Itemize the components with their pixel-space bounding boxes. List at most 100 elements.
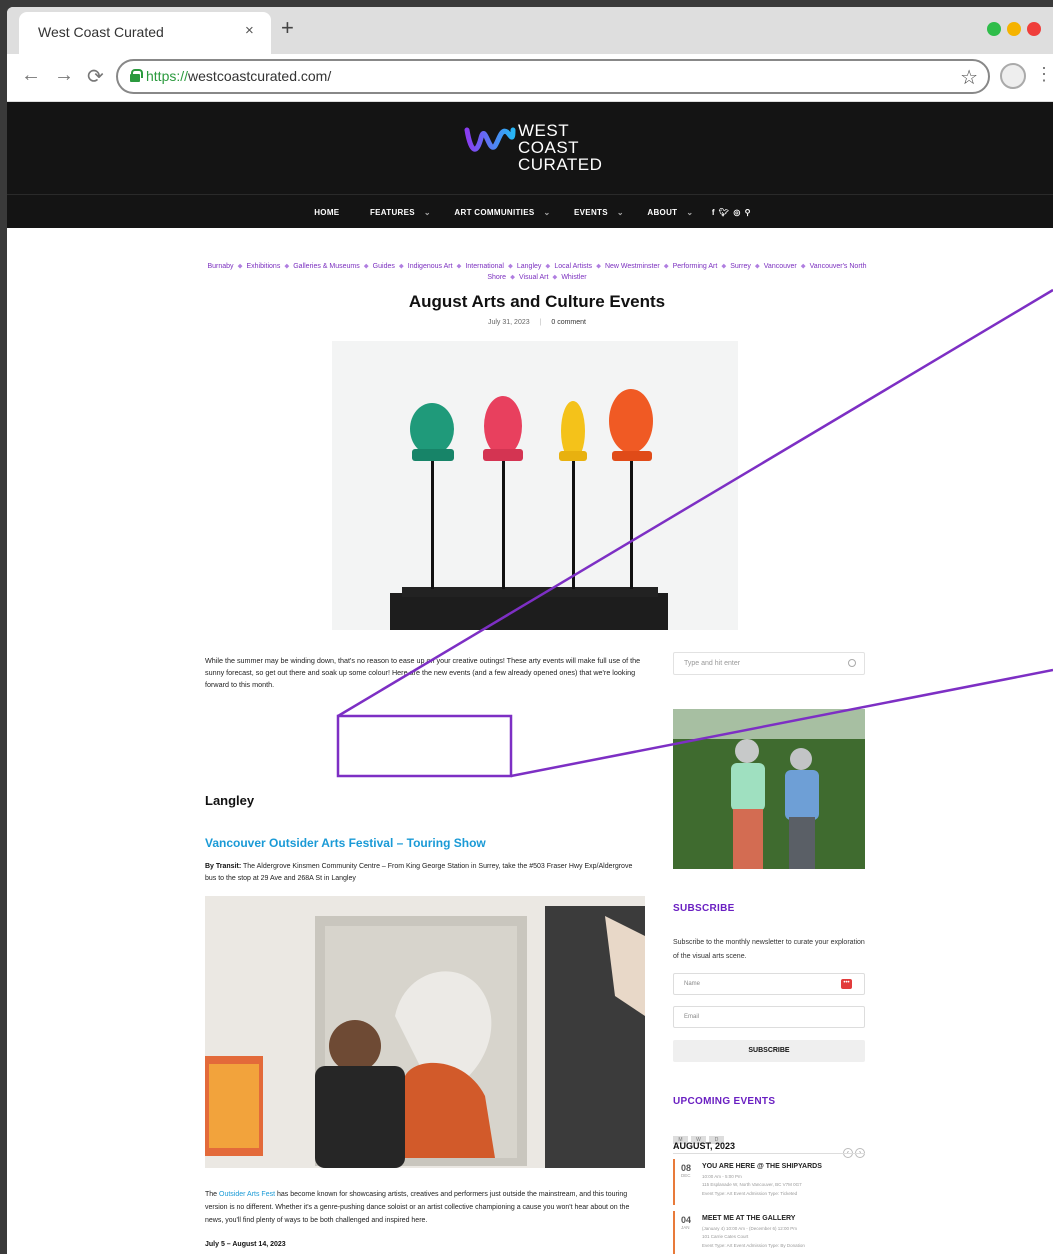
category-separator: ⬥ xyxy=(545,263,551,270)
portrait-photo xyxy=(673,709,865,869)
nav-item-features[interactable]: FEATURES ⌄ xyxy=(363,208,431,217)
category-separator: ⬥ xyxy=(398,263,404,270)
event-month: DEC xyxy=(681,1173,691,1178)
category-separator: ⬥ xyxy=(800,263,806,270)
event-day: 04 xyxy=(681,1215,692,1225)
event-item[interactable]: 04 JAN MEET ME AT THE GALLERY (January 4… xyxy=(673,1211,865,1254)
nav-item-home[interactable]: HOME xyxy=(307,208,346,217)
search-icon[interactable] xyxy=(848,659,856,667)
post-date: July 31, 2023 xyxy=(487,319,530,326)
month-navigation: ‹› xyxy=(841,1141,865,1159)
category-link[interactable]: New Westminster xyxy=(605,263,660,270)
wave-logo-icon xyxy=(464,127,516,152)
category-link[interactable]: Exhibitions xyxy=(246,263,280,270)
category-separator: ⬥ xyxy=(663,263,669,270)
close-light[interactable] xyxy=(1027,22,1041,36)
calendar-divider xyxy=(673,1153,865,1154)
chevron-down-icon: ⌄ xyxy=(543,208,551,217)
social-icons: f 🐦︎ ◎ ⚲ xyxy=(710,208,753,217)
header-divider xyxy=(7,194,1053,195)
nav-item-art-communities[interactable]: ART COMMUNITIES ⌄ xyxy=(447,208,550,217)
body-paragraph: The Outsider Arts Fest has become known … xyxy=(205,1191,630,1224)
outsider-arts-fest-link[interactable]: Outsider Arts Fest xyxy=(219,1191,275,1198)
site-header: WEST COAST CURATED HOME FEATURES ⌄ ART CO… xyxy=(7,102,1053,228)
email-field[interactable]: Email xyxy=(673,1006,865,1028)
browser-toolbar: ← → ⟳ https://westcoastcurated.com/ ☆ ⋮ xyxy=(7,54,1053,102)
event-types: Event Type: Art Event Admission Type: By… xyxy=(702,1243,805,1248)
event-month: JAN xyxy=(681,1225,690,1230)
event-title[interactable]: YOU ARE HERE @ THE SHIPYARDS xyxy=(702,1163,822,1170)
event-title[interactable]: MEET ME AT THE GALLERY xyxy=(702,1215,795,1222)
event-item[interactable]: 08 DEC YOU ARE HERE @ THE SHIPYARDS 10:0… xyxy=(673,1159,865,1205)
lock-icon xyxy=(130,69,143,82)
window-controls xyxy=(981,22,1041,41)
calendar-month: AUGUST, 2023 xyxy=(673,1141,736,1151)
category-separator: ⬥ xyxy=(596,263,601,270)
site-logo[interactable]: WEST COAST CURATED xyxy=(463,120,623,176)
close-tab-icon[interactable]: × xyxy=(245,22,254,39)
sidebar-feature-image[interactable] xyxy=(673,709,865,869)
profile-avatar-icon[interactable] xyxy=(1000,63,1026,89)
autofill-icon[interactable]: ••• xyxy=(841,979,852,989)
browser-tab[interactable]: West Coast Curated × xyxy=(19,12,271,54)
name-field[interactable]: Name ••• xyxy=(673,973,865,995)
url-text[interactable]: https://westcoastcurated.com/ xyxy=(146,68,331,84)
category-link[interactable]: International xyxy=(465,263,504,270)
bookmark-star-icon[interactable]: ☆ xyxy=(960,65,978,90)
category-link[interactable]: Galleries & Museums xyxy=(293,263,360,270)
category-separator: ⬥ xyxy=(237,263,243,270)
nav-item-about[interactable]: ABOUT ⌄ xyxy=(640,208,693,217)
meta-divider: | xyxy=(539,319,542,326)
intro-paragraph: While the summer may be winding down, th… xyxy=(205,656,641,689)
category-link[interactable]: Vancouver xyxy=(764,263,797,270)
category-separator: ⬥ xyxy=(456,263,462,270)
event-location: 115 Esplanade W, North Vancouver, BC V7M… xyxy=(702,1182,802,1187)
sidebar-search-input[interactable]: Type and hit enter xyxy=(673,652,865,675)
back-icon[interactable]: ← xyxy=(21,64,41,87)
category-list: Burnaby ⬥ Exhibitions ⬥ Galleries & Museums ⬥… xyxy=(202,261,872,283)
category-link[interactable]: Burnaby xyxy=(207,263,233,270)
subscribe-button[interactable]: SUBSCRIBE xyxy=(673,1040,865,1062)
category-link[interactable]: Guides xyxy=(373,263,395,270)
category-link[interactable]: Surrey xyxy=(730,263,751,270)
instagram-icon[interactable]: ◎ xyxy=(733,208,740,217)
category-link[interactable]: Langley xyxy=(517,263,542,270)
event-location: 101 Carrie Cates Court xyxy=(702,1234,749,1239)
nav-item-events[interactable]: EVENTS ⌄ xyxy=(567,208,624,217)
category-link[interactable]: Whistler xyxy=(561,274,586,281)
address-bar[interactable]: https://westcoastcurated.com/ ☆ xyxy=(116,59,990,94)
category-link[interactable]: Local Artists xyxy=(554,263,592,270)
event-types: Event Type: Art Event Admission Type: Ti… xyxy=(702,1191,798,1196)
logo-wordmark: WEST COAST CURATED xyxy=(518,121,603,174)
minimize-light[interactable] xyxy=(987,22,1001,36)
chevron-down-icon: ⌄ xyxy=(616,208,624,217)
hero-image xyxy=(332,341,738,630)
reload-icon[interactable]: ⟳ xyxy=(87,64,104,89)
subscribe-title: SUBSCRIBE xyxy=(673,903,735,914)
event-heading-link[interactable]: Vancouver Outsider Arts Festival – Touri… xyxy=(205,836,486,850)
zoom-light[interactable] xyxy=(1007,22,1021,36)
facebook-icon[interactable]: f xyxy=(712,208,715,217)
category-separator: ⬥ xyxy=(754,263,760,270)
event-time: 10:00 Am - 5:00 Pm xyxy=(702,1174,742,1179)
category-separator: ⬥ xyxy=(363,263,369,270)
browser-window: West Coast Curated × + ← → ⟳ https://wes… xyxy=(7,7,1053,1254)
search-icon[interactable]: ⚲ xyxy=(745,208,751,217)
new-tab-button[interactable]: + xyxy=(281,15,294,41)
forward-icon[interactable]: → xyxy=(54,64,74,87)
category-separator: ⬥ xyxy=(510,274,515,281)
twitter-icon[interactable]: 🐦︎ xyxy=(719,208,729,217)
category-separator: ⬥ xyxy=(284,263,290,270)
post-comments-link[interactable]: 0 comment xyxy=(551,319,586,326)
category-link[interactable]: Indigenous Art xyxy=(408,263,453,270)
category-link[interactable]: Performing Art xyxy=(673,263,718,270)
tab-bar: West Coast Curated × + xyxy=(7,7,1053,54)
section-heading: Langley xyxy=(205,793,255,808)
menu-kebab-icon[interactable]: ⋮ xyxy=(1035,64,1053,85)
category-link[interactable]: Visual Art xyxy=(519,274,548,281)
gallery-image xyxy=(205,896,645,1168)
post-meta: July 31, 2023 | 0 comment xyxy=(202,319,872,326)
event-day: 08 xyxy=(681,1163,692,1173)
transit-info: By Transit: The Aldergrove Kinsmen Commu… xyxy=(205,863,633,882)
category-separator: ⬥ xyxy=(507,263,513,270)
